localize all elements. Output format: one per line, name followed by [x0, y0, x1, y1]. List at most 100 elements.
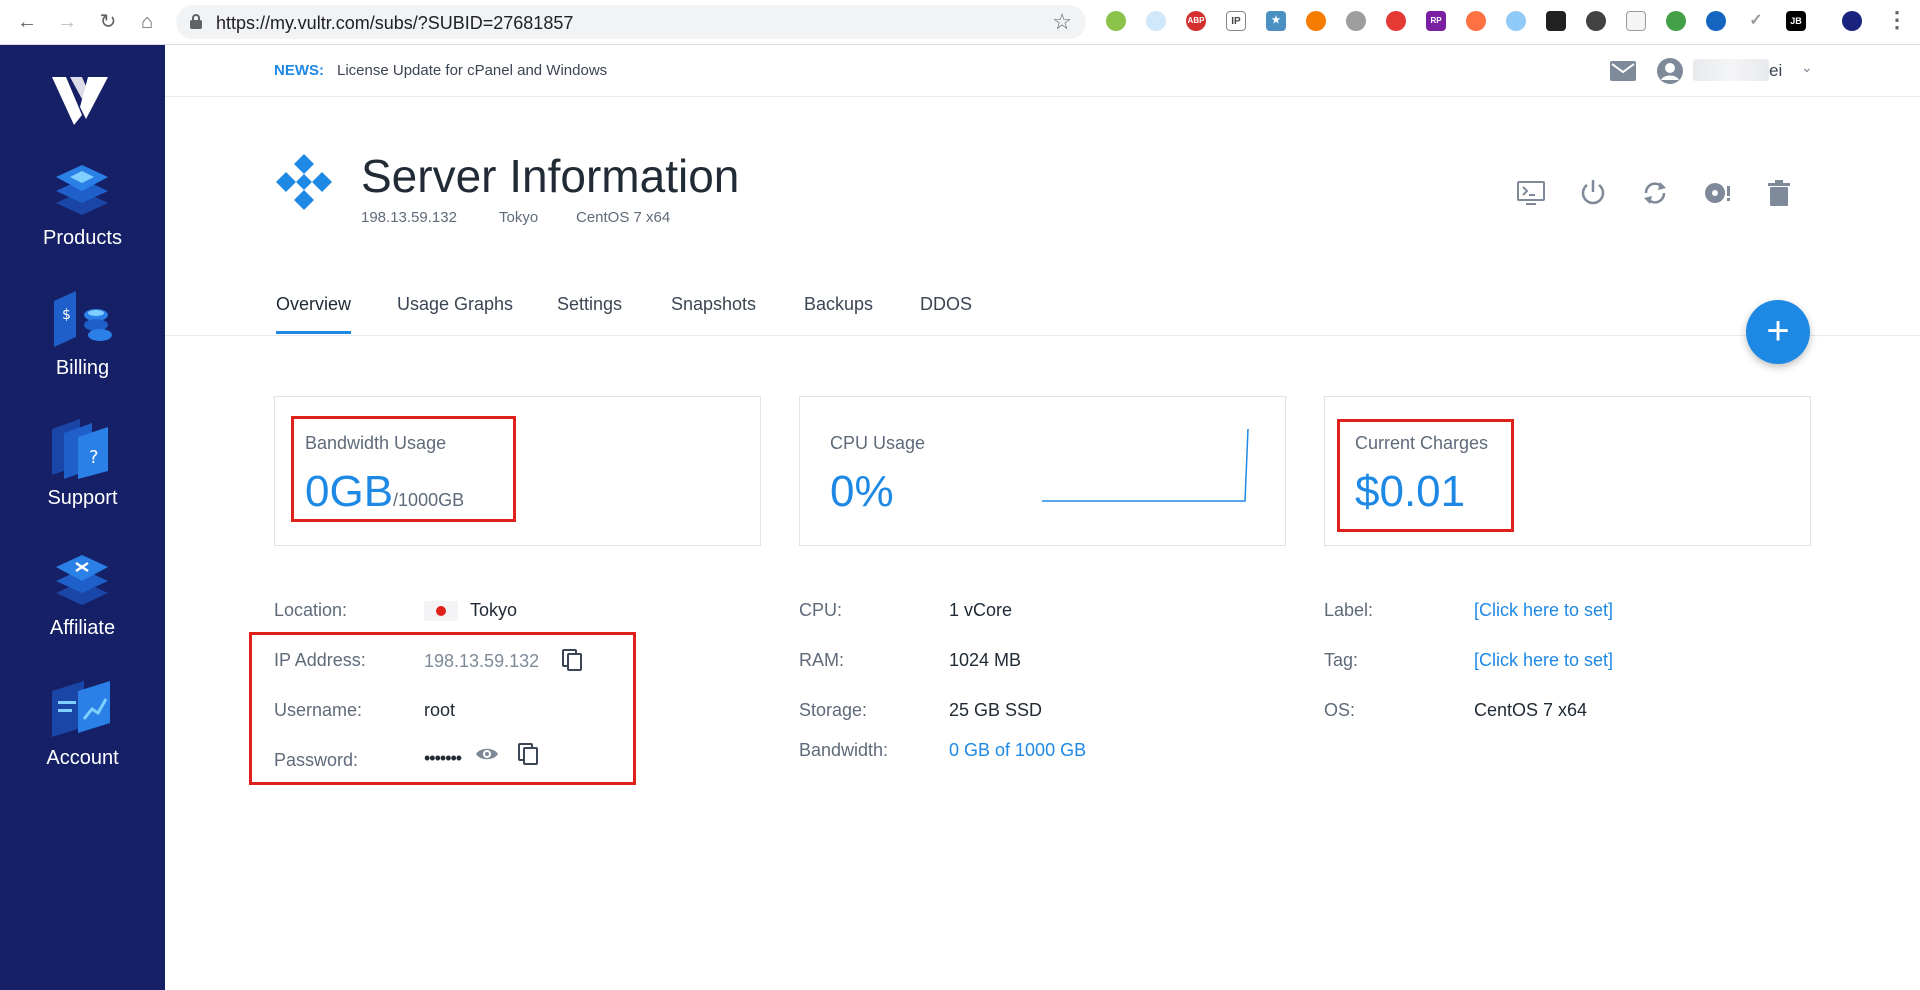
account-icon — [52, 681, 110, 737]
chevron-down-icon[interactable]: ⌄ — [1801, 59, 1813, 76]
location-value: Tokyo — [470, 600, 518, 620]
svg-text:$: $ — [62, 307, 71, 323]
url-text[interactable]: https://my.vultr.com/subs/?SUBID=2768185… — [216, 13, 573, 34]
add-button[interactable]: + — [1746, 300, 1810, 364]
ip-value[interactable]: 198.13.59.132 — [424, 651, 539, 672]
header-os: CentOS 7 x64 — [576, 209, 671, 226]
extension-jb-icon[interactable]: JB — [1786, 11, 1806, 31]
extension-abp-icon[interactable]: ABP — [1186, 11, 1206, 31]
location-label: Location: — [274, 600, 348, 620]
bookmark-star-icon[interactable]: ☆ — [1052, 9, 1072, 35]
bandwidth-link[interactable]: 0 GB of 1000 GB — [949, 740, 1086, 761]
bandwidth-label: Bandwidth: — [799, 740, 889, 760]
copy-ip-icon[interactable] — [560, 648, 584, 672]
power-icon[interactable] — [1578, 178, 1608, 208]
console-icon[interactable] — [1516, 178, 1546, 208]
page-title: Server Information — [361, 150, 740, 202]
svg-text:?: ? — [89, 447, 99, 468]
sidebar-item-label: Products — [43, 227, 122, 249]
server-diamond-icon — [276, 154, 332, 210]
sidebar-item-products[interactable]: Products — [0, 157, 165, 277]
extension-fox-icon[interactable] — [1306, 11, 1326, 31]
reload-icon[interactable]: ↻ — [95, 9, 121, 35]
sidebar-item-affiliate[interactable]: Affiliate — [0, 547, 165, 667]
password-value: ••••••• — [424, 748, 462, 768]
password-label: Password: — [274, 750, 359, 770]
username-label: Username: — [274, 700, 363, 720]
storage-value: 25 GB SSD — [949, 700, 1043, 720]
profile-avatar-icon[interactable] — [1842, 11, 1862, 31]
home-icon[interactable]: ⌂ — [134, 9, 160, 35]
tab-overview[interactable]: Overview — [276, 294, 352, 334]
cpu-label: CPU: — [799, 600, 843, 620]
extension-cat-icon[interactable] — [1626, 11, 1646, 31]
tab-backups[interactable]: Backups — [804, 294, 873, 331]
billing-icon: $ — [54, 291, 112, 347]
tab-bar: Overview Usage Graphs Settings Snapshots… — [165, 290, 1920, 336]
username-value: root — [424, 700, 456, 720]
highlight-box-charges — [1337, 419, 1514, 532]
japan-flag-icon — [424, 601, 458, 621]
sidebar-item-support[interactable]: ? Support — [0, 417, 165, 537]
affiliate-icon — [56, 555, 108, 605]
header-location: Tokyo — [499, 209, 539, 226]
set-tag-link[interactable]: [Click here to set] — [1474, 650, 1613, 671]
support-icon: ? — [52, 419, 108, 479]
os-label: OS: — [1324, 700, 1356, 720]
sidebar-item-label: Affiliate — [49, 617, 116, 639]
user-avatar-icon[interactable] — [1657, 58, 1683, 84]
forward-icon[interactable]: → — [54, 9, 80, 35]
extension-weibo-icon[interactable] — [1466, 11, 1486, 31]
copy-password-icon[interactable] — [516, 742, 540, 766]
sidebar-item-billing[interactable]: $ Billing — [0, 287, 165, 407]
tab-snapshots[interactable]: Snapshots — [671, 294, 756, 331]
extension-leaf-icon[interactable] — [1666, 11, 1686, 31]
user-name[interactable]: ei — [1769, 61, 1782, 81]
restart-icon[interactable] — [1640, 178, 1670, 208]
sidebar-item-label: Account — [46, 747, 119, 769]
cpu-card-value: 0% — [830, 467, 894, 516]
show-password-eye-icon[interactable] — [475, 742, 499, 766]
cpu-sparkline — [1042, 428, 1249, 502]
ram-value: 1024 MB — [949, 650, 1022, 670]
ip-label: IP Address: — [274, 650, 366, 670]
extension-cloud-icon[interactable] — [1146, 11, 1166, 31]
address-bar[interactable]: https://my.vultr.com/subs/?SUBID=2768185… — [176, 5, 1086, 39]
sidebar-item-label: Support — [47, 487, 118, 509]
tab-ddos[interactable]: DDOS — [920, 294, 972, 331]
browser-menu-icon[interactable]: ⋮ — [1886, 7, 1908, 33]
extension-feather-icon[interactable] — [1506, 11, 1526, 31]
extension-star-icon[interactable]: ★ — [1266, 11, 1286, 31]
reinstall-disc-icon[interactable] — [1702, 178, 1732, 208]
storage-label: Storage: — [799, 700, 868, 720]
sidebar-item-account[interactable]: Account — [0, 677, 165, 797]
tab-usage-graphs[interactable]: Usage Graphs — [397, 294, 513, 331]
highlight-box-bandwidth — [291, 416, 516, 522]
news-bar: NEWS: License Update for cPanel and Wind… — [165, 45, 1920, 97]
mail-icon[interactable] — [1610, 61, 1636, 81]
extension-ip-icon[interactable]: IP — [1226, 11, 1246, 31]
back-icon[interactable]: ← — [14, 9, 40, 35]
label-label: Label: — [1324, 600, 1374, 620]
extension-dark-icon[interactable] — [1546, 11, 1566, 31]
extension-red-circle-icon[interactable] — [1386, 11, 1406, 31]
sidebar-item-label: Billing — [55, 357, 110, 379]
sidebar: Products $ Billing ? Support Affiliate A… — [0, 45, 165, 990]
cpu-card: CPU Usage 0% — [799, 396, 1286, 546]
vultr-logo-icon[interactable] — [52, 75, 108, 125]
ram-label: RAM: — [799, 650, 844, 670]
extension-rp-icon[interactable]: RP — [1426, 11, 1446, 31]
extension-globe-icon[interactable] — [1706, 11, 1726, 31]
tag-label: Tag: — [1324, 650, 1359, 670]
browser-toolbar: ← → ↻ ⌂ https://my.vultr.com/subs/?SUBID… — [0, 0, 1920, 45]
os-value: CentOS 7 x64 — [1474, 700, 1588, 720]
tab-settings[interactable]: Settings — [557, 294, 622, 331]
trash-icon[interactable] — [1764, 178, 1794, 208]
set-label-link[interactable]: [Click here to set] — [1474, 600, 1613, 621]
username-blur — [1693, 59, 1769, 81]
extension-check-icon[interactable]: ✓ — [1746, 11, 1766, 31]
extension-parachute-icon[interactable] — [1346, 11, 1366, 31]
news-link[interactable]: License Update for cPanel and Windows — [337, 62, 607, 79]
extension-green-icon[interactable] — [1106, 11, 1126, 31]
extension-aperture-icon[interactable] — [1586, 11, 1606, 31]
